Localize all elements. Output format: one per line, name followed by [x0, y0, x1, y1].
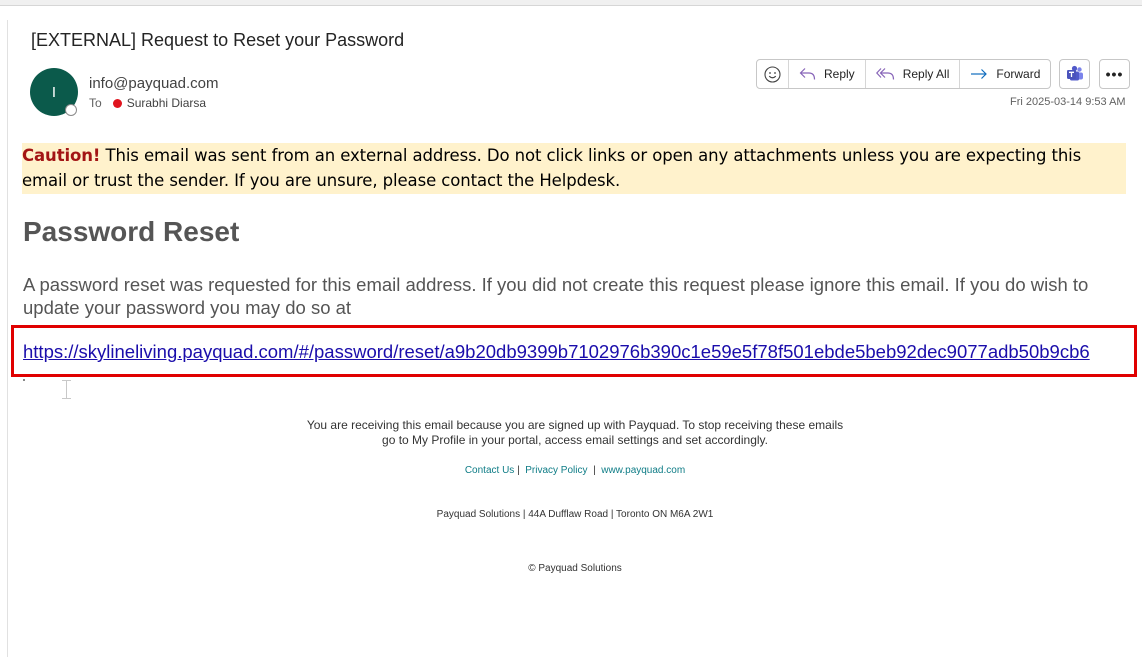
window-top-bar — [0, 0, 1142, 6]
more-actions-button[interactable]: ••• — [1099, 59, 1130, 89]
external-caution-banner: Caution! This email was sent from an ext… — [22, 143, 1126, 194]
pane-divider — [7, 20, 8, 657]
footer-separator: | — [517, 465, 520, 476]
text-cursor-icon — [62, 380, 71, 399]
email-subject: [EXTERNAL] Request to Reset your Passwor… — [31, 30, 405, 50]
reaction-button[interactable] — [757, 60, 789, 88]
reply-button[interactable]: Reply — [789, 60, 866, 88]
privacy-policy-link[interactable]: Privacy Policy — [525, 465, 587, 476]
forward-label: Forward — [996, 67, 1041, 81]
teams-icon — [1066, 65, 1083, 81]
reply-all-button[interactable]: Reply All — [866, 60, 961, 88]
reply-label: Reply — [824, 67, 855, 81]
footer-separator: | — [593, 465, 596, 476]
ellipsis-icon: ••• — [1105, 66, 1124, 82]
footer-copyright: © Payquad Solutions — [528, 563, 622, 574]
presence-status-icon — [65, 104, 77, 116]
website-link[interactable]: www.payquad.com — [601, 465, 685, 476]
smiley-icon — [764, 65, 781, 83]
reply-all-arrow-icon — [875, 68, 894, 80]
email-heading: Password Reset — [23, 216, 240, 247]
recipient-status-icon — [112, 98, 122, 108]
caution-text: This email was sent from an external add… — [22, 146, 1082, 190]
footer-notice-line1: You are receiving this email because you… — [306, 418, 844, 432]
caution-label: Caution! — [22, 146, 101, 165]
reply-arrow-icon — [799, 68, 816, 80]
footer-notice: You are receiving this email because you… — [0, 418, 1142, 448]
message-actions-toolbar: Reply Reply All Forward — [756, 59, 1052, 89]
recipient-row: To Surabhi Diarsa — [89, 96, 206, 110]
footer-address: Payquad Solutions | 44A Dufflaw Road | T… — [436, 509, 714, 520]
contact-us-link[interactable]: Contact Us — [465, 465, 514, 476]
email-timestamp: Fri 2025-03-14 9:53 AM — [1010, 96, 1126, 108]
sender-address[interactable]: info@payquad.com — [89, 75, 218, 92]
forward-button[interactable]: Forward — [960, 60, 1050, 88]
password-reset-link[interactable]: https://skylineliving.payquad.com/#/pass… — [23, 341, 1090, 363]
reply-all-label: Reply All — [902, 67, 950, 81]
to-label: To — [89, 96, 102, 110]
avatar-initial: I — [51, 83, 57, 101]
email-body-paragraph: A password reset was requested for this … — [23, 274, 1089, 318]
footer-notice-line2: go to My Profile in your portal, access … — [382, 433, 768, 447]
forward-arrow-icon — [971, 69, 988, 79]
footer-links: Contact Us | Privacy Policy | www.payqua… — [0, 465, 1142, 476]
trailing-period-mark — [23, 379, 25, 381]
teams-chat-button[interactable] — [1059, 59, 1090, 89]
recipient-name[interactable]: Surabhi Diarsa — [127, 96, 206, 110]
